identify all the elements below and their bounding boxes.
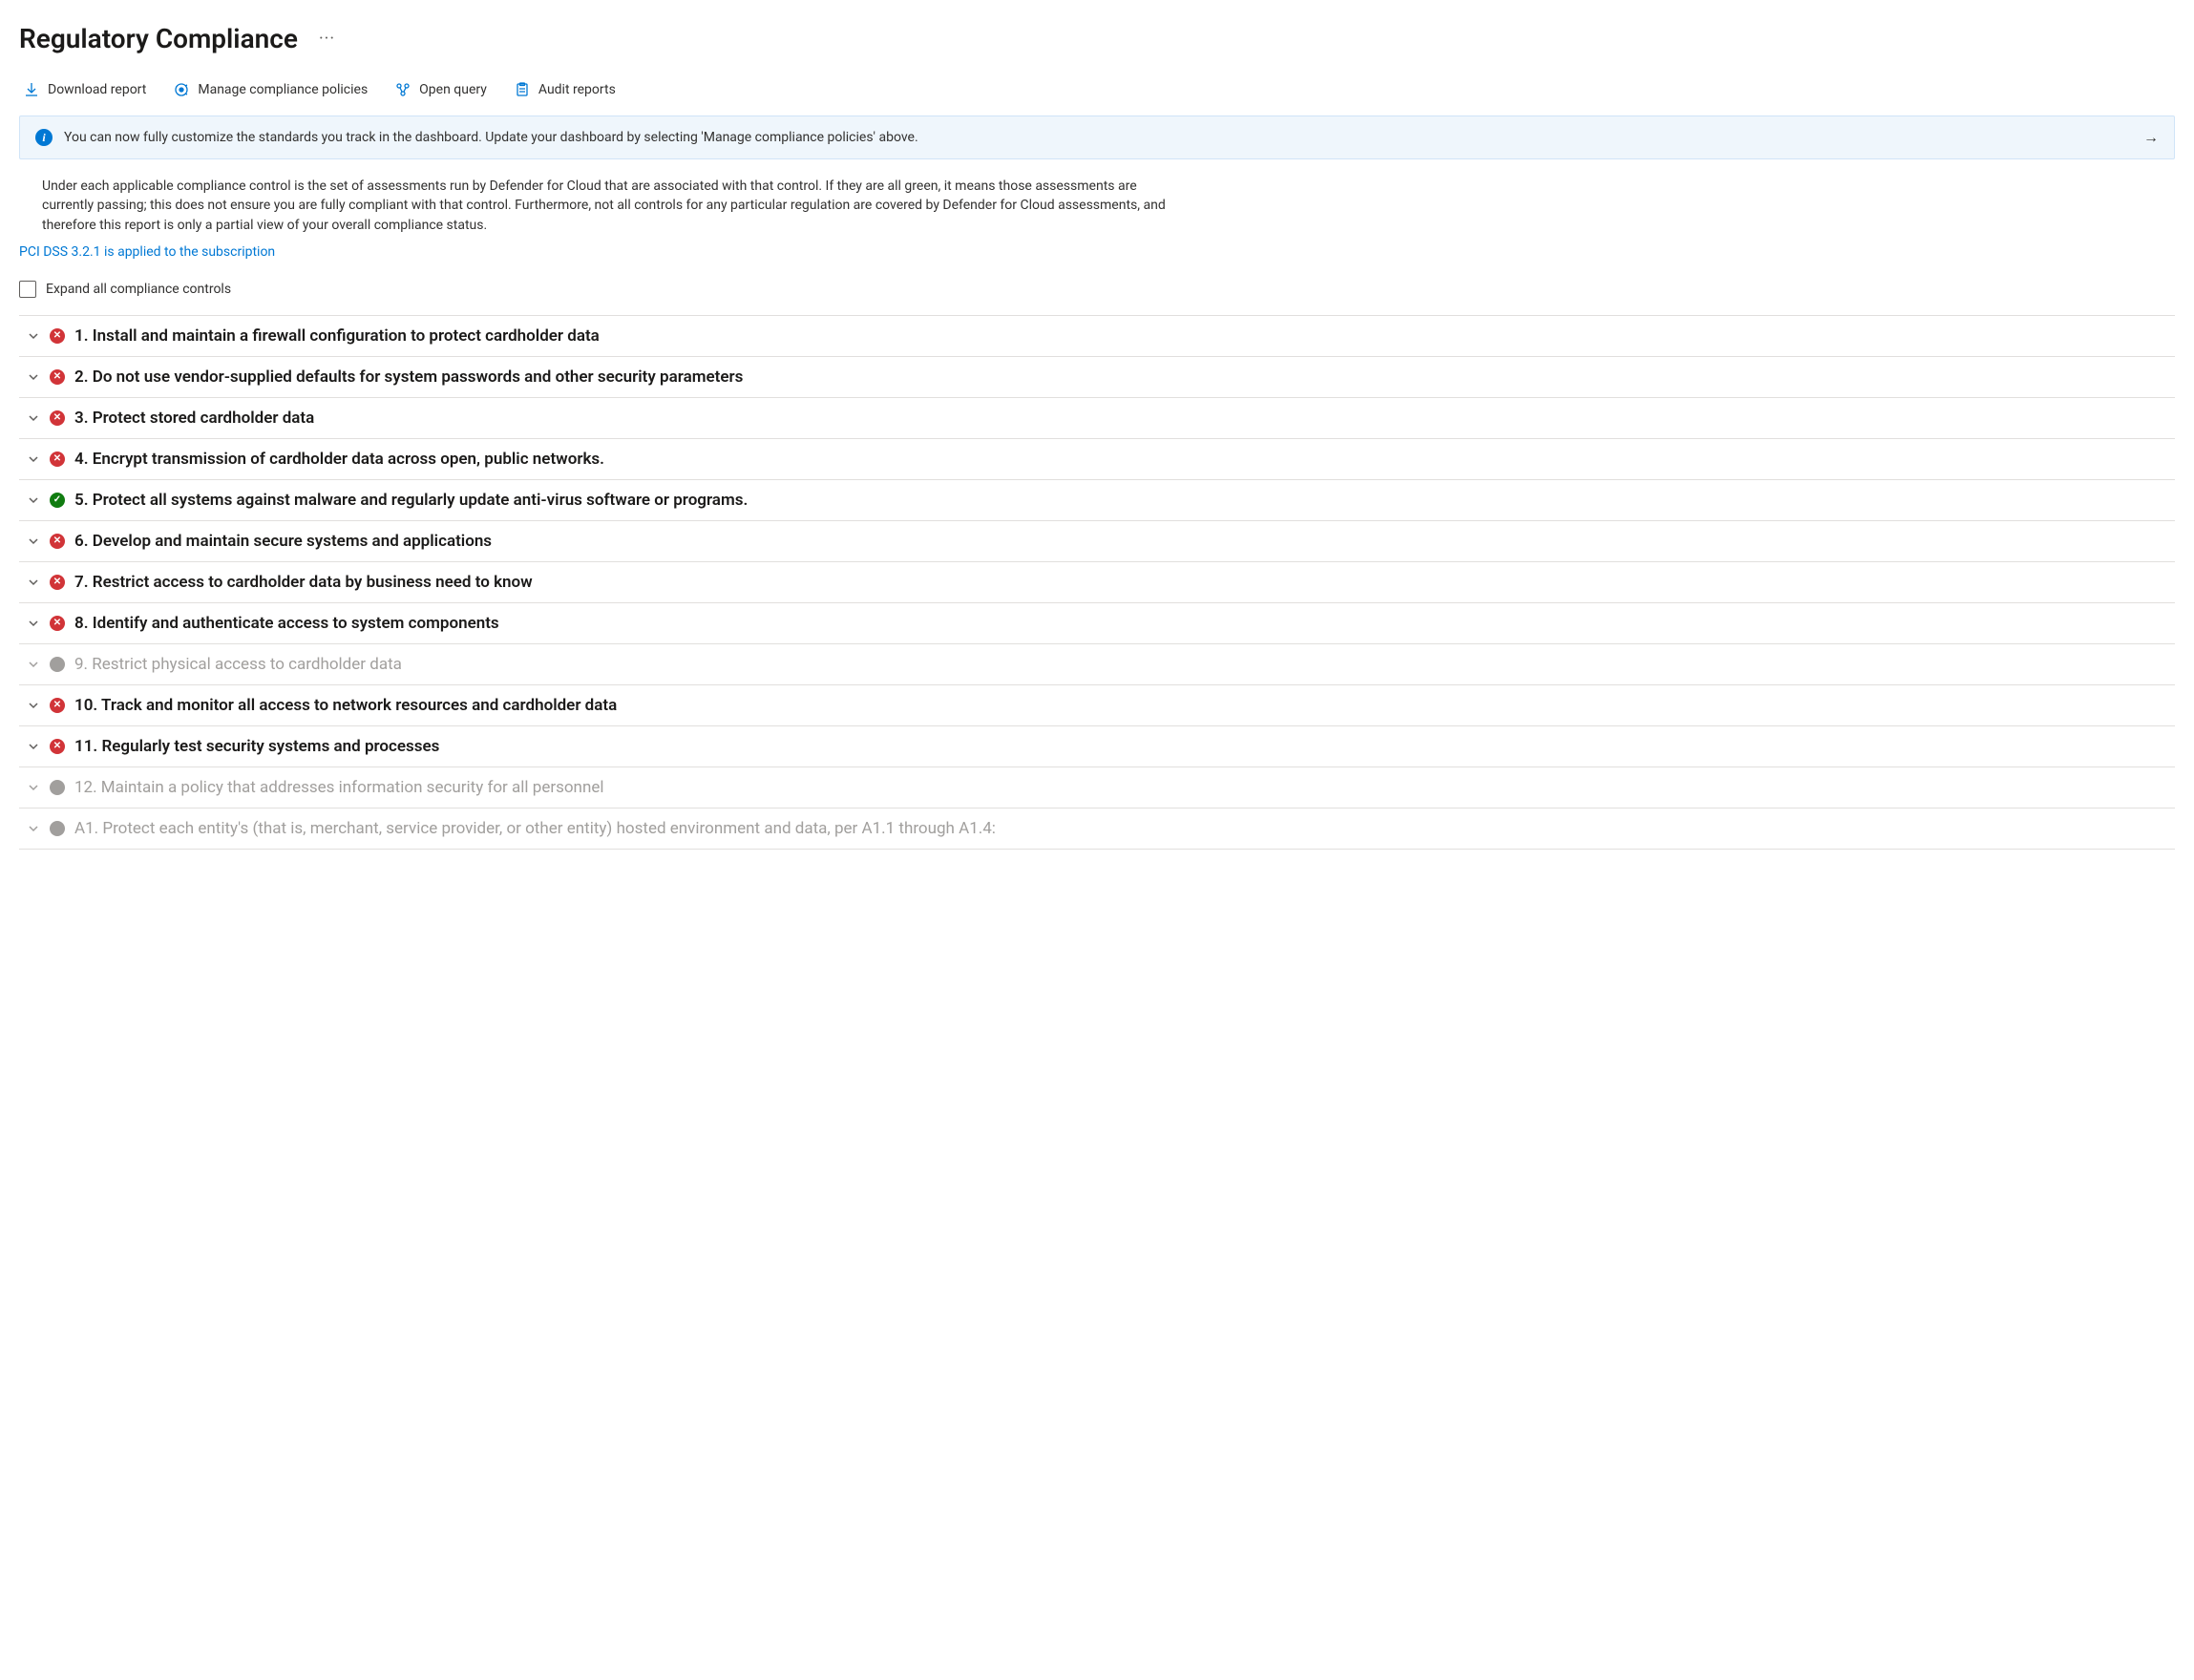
- chevron-down-icon: [27, 782, 40, 793]
- control-row[interactable]: 4. Encrypt transmission of cardholder da…: [19, 439, 2175, 480]
- control-row[interactable]: 5. Protect all systems against malware a…: [19, 480, 2175, 521]
- toolbar-label: Manage compliance policies: [198, 82, 368, 97]
- chevron-down-icon: [27, 823, 40, 834]
- open-query-button[interactable]: Open query: [394, 81, 487, 98]
- control-row[interactable]: 12. Maintain a policy that addresses inf…: [19, 767, 2175, 808]
- policy-icon: [173, 81, 190, 98]
- status-fail-icon: [50, 575, 65, 590]
- status-pass-icon: [50, 493, 65, 508]
- info-banner-text: You can now fully customize the standard…: [64, 130, 2132, 145]
- chevron-down-icon: [27, 371, 40, 383]
- control-row[interactable]: 9. Restrict physical access to cardholde…: [19, 644, 2175, 685]
- status-fail-icon: [50, 328, 65, 344]
- control-title: 3. Protect stored cardholder data: [74, 409, 314, 428]
- control-title: 7. Restrict access to cardholder data by…: [74, 573, 533, 592]
- control-row[interactable]: 1. Install and maintain a firewall confi…: [19, 316, 2175, 357]
- page-title: Regulatory Compliance: [19, 23, 298, 54]
- controls-list: 1. Install and maintain a firewall confi…: [19, 315, 2175, 850]
- status-fail-icon: [50, 410, 65, 426]
- control-title: 5. Protect all systems against malware a…: [74, 491, 748, 510]
- chevron-down-icon: [27, 536, 40, 547]
- control-row[interactable]: 11. Regularly test security systems and …: [19, 726, 2175, 767]
- control-row[interactable]: A1. Protect each entity's (that is, merc…: [19, 808, 2175, 850]
- toolbar: Download report Manage compliance polici…: [23, 81, 2175, 98]
- control-title: 4. Encrypt transmission of cardholder da…: [74, 450, 604, 469]
- status-fail-icon: [50, 452, 65, 467]
- status-na-icon: [50, 780, 65, 795]
- download-icon: [23, 81, 40, 98]
- control-title: 12. Maintain a policy that addresses inf…: [74, 778, 603, 797]
- status-fail-icon: [50, 616, 65, 631]
- chevron-down-icon: [27, 577, 40, 588]
- chevron-down-icon: [27, 412, 40, 424]
- chevron-down-icon: [27, 741, 40, 752]
- chevron-down-icon: [27, 494, 40, 506]
- status-fail-icon: [50, 369, 65, 385]
- control-row[interactable]: 2. Do not use vendor-supplied defaults f…: [19, 357, 2175, 398]
- chevron-down-icon: [27, 330, 40, 342]
- chevron-down-icon: [27, 618, 40, 629]
- control-title: 11. Regularly test security systems and …: [74, 737, 439, 756]
- toolbar-label: Download report: [48, 82, 146, 97]
- query-icon: [394, 81, 411, 98]
- control-title: 9. Restrict physical access to cardholde…: [74, 655, 402, 674]
- status-na-icon: [50, 821, 65, 836]
- banner-arrow-button[interactable]: →: [2143, 128, 2159, 147]
- control-row[interactable]: 7. Restrict access to cardholder data by…: [19, 562, 2175, 603]
- control-row[interactable]: 3. Protect stored cardholder data: [19, 398, 2175, 439]
- description-text: Under each applicable compliance control…: [42, 177, 1169, 235]
- control-title: 1. Install and maintain a firewall confi…: [74, 326, 600, 346]
- status-na-icon: [50, 657, 65, 672]
- control-title: 6. Develop and maintain secure systems a…: [74, 532, 492, 551]
- control-row[interactable]: 8. Identify and authenticate access to s…: [19, 603, 2175, 644]
- control-title: 2. Do not use vendor-supplied defaults f…: [74, 368, 743, 387]
- status-fail-icon: [50, 534, 65, 549]
- manage-policies-button[interactable]: Manage compliance policies: [173, 81, 368, 98]
- control-row[interactable]: 6. Develop and maintain secure systems a…: [19, 521, 2175, 562]
- chevron-down-icon: [27, 453, 40, 465]
- status-fail-icon: [50, 739, 65, 754]
- control-title: 8. Identify and authenticate access to s…: [74, 614, 499, 633]
- chevron-down-icon: [27, 700, 40, 711]
- expand-all-checkbox[interactable]: [19, 281, 36, 298]
- toolbar-label: Open query: [419, 82, 487, 97]
- status-fail-icon: [50, 698, 65, 713]
- applied-standard-link[interactable]: PCI DSS 3.2.1 is applied to the subscrip…: [19, 244, 275, 260]
- control-row[interactable]: 10. Track and monitor all access to netw…: [19, 685, 2175, 726]
- control-title: 10. Track and monitor all access to netw…: [74, 696, 617, 715]
- more-actions-button[interactable]: ···: [313, 25, 341, 52]
- expand-all-label: Expand all compliance controls: [46, 282, 231, 297]
- control-title: A1. Protect each entity's (that is, merc…: [74, 819, 996, 838]
- chevron-down-icon: [27, 659, 40, 670]
- clipboard-icon: [514, 81, 531, 98]
- toolbar-label: Audit reports: [538, 82, 616, 97]
- info-banner: i You can now fully customize the standa…: [19, 116, 2175, 159]
- audit-reports-button[interactable]: Audit reports: [514, 81, 616, 98]
- info-icon: i: [35, 129, 53, 146]
- download-report-button[interactable]: Download report: [23, 81, 146, 98]
